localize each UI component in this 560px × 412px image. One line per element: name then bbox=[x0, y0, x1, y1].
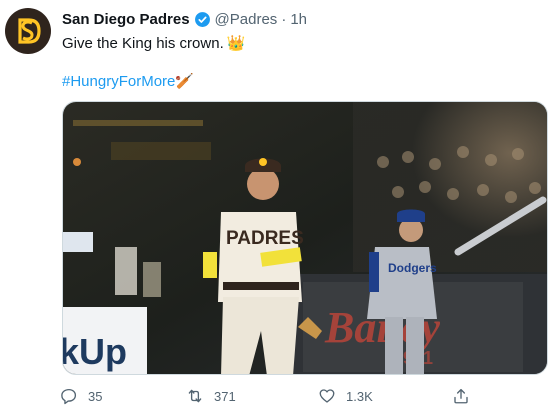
share-button[interactable] bbox=[452, 387, 480, 405]
tweet-text-body: Give the King his crown. bbox=[62, 35, 224, 52]
retweet-count: 371 bbox=[214, 388, 236, 404]
svg-text:Dodgers: Dodgers bbox=[388, 261, 437, 275]
like-button[interactable]: 1.3K bbox=[318, 387, 373, 405]
like-count: 1.3K bbox=[346, 388, 373, 404]
separator-dot: · bbox=[281, 11, 287, 28]
tweet-header: San Diego Padres @Padres · 1h bbox=[62, 11, 307, 28]
hashtag-text[interactable]: #HungryForMore bbox=[62, 73, 175, 90]
reply-icon bbox=[61, 388, 77, 405]
tweet-text: Give the King his crown. 👑 bbox=[62, 34, 245, 54]
padres-logo-icon bbox=[18, 18, 41, 44]
timestamp[interactable]: 1h bbox=[290, 11, 307, 28]
video-frame: kUp Bailey 1981 Dodgers bbox=[63, 102, 547, 374]
tweet-media-video[interactable]: kUp Bailey 1981 Dodgers bbox=[62, 101, 548, 375]
verified-badge-icon bbox=[194, 12, 210, 27]
retweet-button[interactable]: 371 bbox=[186, 387, 236, 405]
author-name[interactable]: San Diego Padres bbox=[62, 11, 190, 28]
hashtag-link[interactable]: #HungryForMore🏏 bbox=[62, 72, 194, 90]
jersey-text: PADRES bbox=[226, 228, 304, 249]
reply-button[interactable]: 35 bbox=[60, 387, 102, 405]
tweet-actions: 35 371 1.3K bbox=[60, 387, 490, 407]
avatar[interactable] bbox=[5, 8, 51, 54]
tweet: San Diego Padres @Padres · 1h Give the K… bbox=[0, 0, 560, 412]
bat-emoji-icon: 🏏 bbox=[175, 73, 195, 90]
retweet-icon bbox=[188, 389, 202, 403]
author-handle[interactable]: @Padres bbox=[215, 11, 278, 28]
crown-emoji-icon: 👑 bbox=[226, 35, 246, 52]
share-icon bbox=[454, 388, 468, 404]
heart-icon bbox=[319, 389, 335, 403]
reply-count: 35 bbox=[88, 388, 103, 404]
banner-text: kUp bbox=[63, 331, 127, 372]
